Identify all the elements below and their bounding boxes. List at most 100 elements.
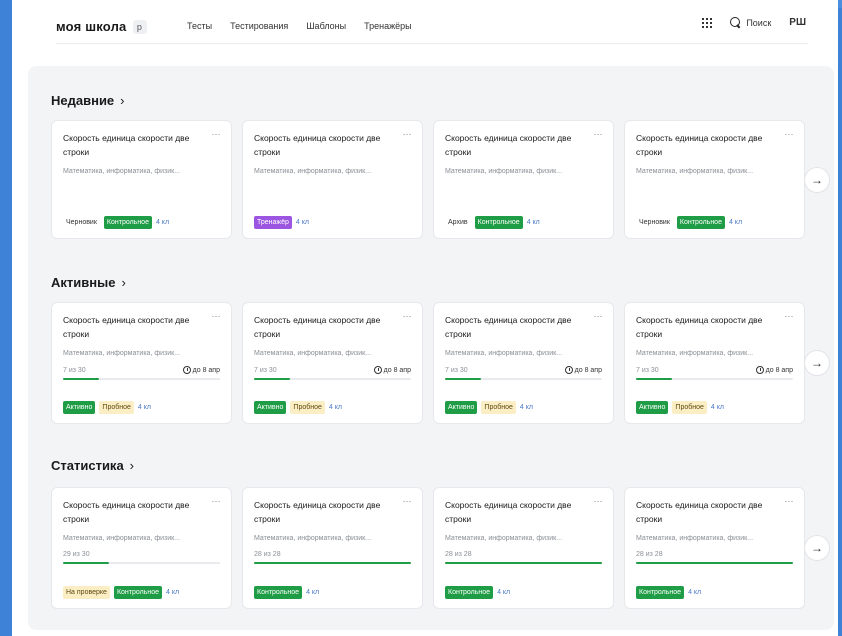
progress-bar <box>63 378 220 380</box>
card-recent[interactable]: Скорость единица скорости две строки ⋯ Мат… <box>242 120 423 239</box>
status-badge: Контрольное <box>474 216 523 229</box>
progress-bar-fill <box>63 378 100 380</box>
card-recent[interactable]: Скорость единица скорости две строки ⋯ Мат… <box>51 120 232 239</box>
card-title: Скорость единица скорости две строки <box>63 133 190 157</box>
progress-text: 7 из 30 <box>254 366 277 374</box>
card-subjects: Математика, информатика, физик... <box>254 535 372 542</box>
card-subjects: Математика, информатика, физик... <box>445 168 563 175</box>
deadline-text: до 8 апр <box>574 366 602 374</box>
nav-item-templates[interactable]: Шаблоны <box>306 21 346 31</box>
card-title: Скорость единица скорости две строки <box>636 500 763 524</box>
card-tags: Активно Пробное 4 кл <box>63 401 151 414</box>
section-title-recent[interactable]: Недавние › <box>51 93 125 108</box>
card-recent[interactable]: Скорость единица скорости две строки ⋯ Мат… <box>433 120 614 239</box>
card-title: Скорость единица скорости две строки <box>254 315 381 339</box>
progress-bar-fill <box>636 562 793 564</box>
progress-text: 29 из 30 <box>63 551 90 558</box>
progress-bar-fill <box>636 378 673 380</box>
progress-text: 28 из 28 <box>636 551 663 558</box>
more-dots-icon[interactable]: ⋯ <box>403 129 413 140</box>
next-arrow-button[interactable]: → <box>804 350 830 376</box>
card-stats[interactable]: Скорость единица скорости две строки ⋯ Мат… <box>624 487 805 609</box>
more-dots-icon[interactable]: ⋯ <box>212 496 222 507</box>
more-dots-icon[interactable]: ⋯ <box>594 496 604 507</box>
progress-bar-fill <box>254 378 291 380</box>
class-count: 4 кл <box>295 219 309 226</box>
nav-item-testings[interactable]: Тестирования <box>230 21 288 31</box>
class-count: 4 кл <box>155 219 170 226</box>
deadline: до 8 апр <box>182 366 220 374</box>
more-dots-icon[interactable]: ⋯ <box>212 311 222 322</box>
progress-bar <box>254 378 411 380</box>
class-count: 4 кл <box>497 589 511 596</box>
card-stats[interactable]: Скорость единица скорости две строки ⋯ Мат… <box>51 487 232 609</box>
avatar[interactable]: РШ <box>789 17 806 28</box>
search-button[interactable]: Поиск <box>730 17 771 28</box>
progress-bar-fill <box>254 562 411 564</box>
card-stats[interactable]: Скорость единица скорости две строки ⋯ Мат… <box>433 487 614 609</box>
deadline: до 8 апр <box>755 366 793 374</box>
more-dots-icon[interactable]: ⋯ <box>403 496 413 507</box>
progress-text: 7 из 30 <box>445 366 468 374</box>
status-badge: Черновик <box>66 219 97 226</box>
progress-text: 28 из 28 <box>254 551 281 558</box>
status-badge: Архив <box>448 219 468 226</box>
status-badge: Контрольное <box>254 586 303 599</box>
card-tags: Активно Пробное 4 кл <box>445 401 533 414</box>
card-title: Скорость единица скорости две строки <box>254 500 381 524</box>
header-divider <box>56 43 808 44</box>
card-title: Скорость единица скорости две строки <box>636 133 763 157</box>
progress-row: 7 из 30 до 8 апр <box>445 366 602 374</box>
next-arrow-button[interactable]: → <box>804 166 830 193</box>
card-tags: Черновик Контрольное 4 кл <box>636 216 742 229</box>
card-stats[interactable]: Скорость единица скорости две строки ⋯ Мат… <box>242 487 423 609</box>
card-tags: Тренажёр 4 кл <box>254 216 309 229</box>
progress-text: 28 из 28 <box>445 551 472 558</box>
class-count: 4 кл <box>688 589 702 596</box>
logo-badge: р <box>132 19 147 34</box>
card-tags: Активно Пробное 4 кл <box>254 401 342 414</box>
status-badge: Контрольное <box>636 586 685 599</box>
clock-icon <box>755 366 764 374</box>
apps-grid-icon[interactable] <box>702 17 713 28</box>
section-title-active[interactable]: Активные › <box>51 275 126 290</box>
more-dots-icon[interactable]: ⋯ <box>785 496 795 507</box>
section-title-stats[interactable]: Статистика › <box>51 458 134 473</box>
nav-item-tests[interactable]: Тесты <box>187 21 212 31</box>
more-dots-icon[interactable]: ⋯ <box>403 311 413 322</box>
card-subjects: Математика, информатика, физик... <box>636 168 754 175</box>
main-panel: Недавние › Скорость единица скорости две с… <box>28 66 834 630</box>
more-dots-icon[interactable]: ⋯ <box>594 311 604 322</box>
progress-bar-fill <box>63 562 109 564</box>
more-dots-icon[interactable]: ⋯ <box>594 129 604 140</box>
more-dots-icon[interactable]: ⋯ <box>212 129 222 140</box>
card-title: Скорость единица скорости две строки <box>445 315 572 339</box>
status-badge: Пробное <box>99 401 134 414</box>
card-title: Скорость единица скорости две строки <box>445 133 572 157</box>
deadline: до 8 апр <box>373 366 411 374</box>
search-icon <box>730 17 741 28</box>
next-arrow-button[interactable]: → <box>804 535 830 561</box>
status-badge: Пробное <box>672 401 707 414</box>
card-tags: Контрольное 4 кл <box>254 586 319 599</box>
progress-text: 7 из 30 <box>63 366 86 374</box>
card-tags: Контрольное 4 кл <box>445 586 510 599</box>
deadline-text: до 8 апр <box>192 366 220 374</box>
more-dots-icon[interactable]: ⋯ <box>785 311 795 322</box>
card-active[interactable]: Скорость единица скорости две строки ⋯ Мат… <box>433 302 614 424</box>
class-count: 4 кл <box>728 219 743 226</box>
card-recent[interactable]: Скорость единица скорости две строки ⋯ Мат… <box>624 120 805 239</box>
nav-item-trainers[interactable]: Тренажёры <box>364 21 411 31</box>
progress-row: 7 из 30 до 8 апр <box>63 366 220 374</box>
card-active[interactable]: Скорость единица скорости две строки ⋯ Мат… <box>242 302 423 424</box>
class-count: 4 кл <box>166 589 180 596</box>
more-dots-icon[interactable]: ⋯ <box>785 129 795 140</box>
chevron-right-icon: › <box>121 275 126 290</box>
card-title: Скорость единица скорости две строки <box>254 133 381 157</box>
card-active[interactable]: Скорость единица скорости две строки ⋯ Мат… <box>51 302 232 424</box>
progress-bar <box>445 562 602 564</box>
card-active[interactable]: Скорость единица скорости две строки ⋯ Мат… <box>624 302 805 424</box>
progress-row: 28 из 28 <box>636 551 793 558</box>
clock-icon <box>564 366 573 374</box>
logo[interactable]: моя школа р <box>56 19 147 34</box>
